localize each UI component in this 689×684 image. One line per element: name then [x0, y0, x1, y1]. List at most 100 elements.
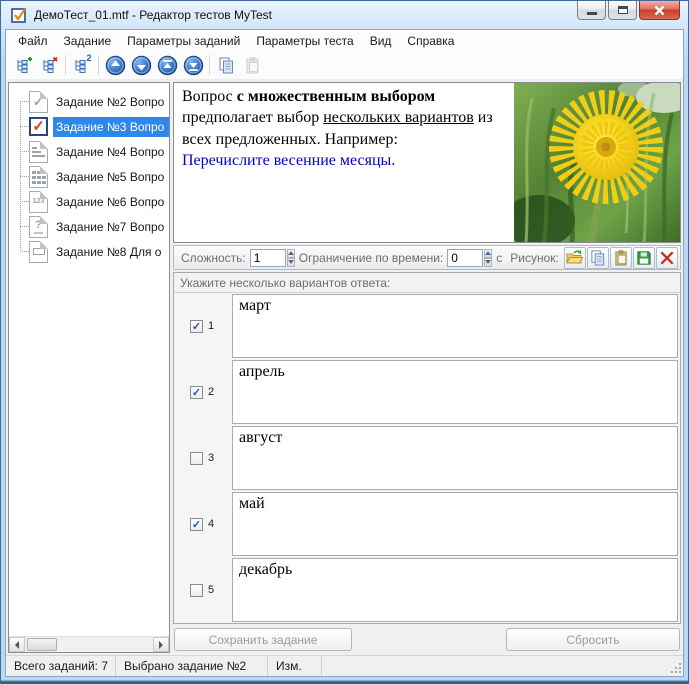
scroll-thumb[interactable] — [27, 638, 57, 651]
answer-3-checkbox-cell: 3 — [174, 425, 232, 491]
time-limit-label: Ограничение по времени: — [298, 250, 444, 265]
close-button[interactable] — [639, 1, 680, 20]
arrow-left-icon — [11, 640, 19, 649]
add-task-button[interactable] — [10, 53, 36, 77]
move-down-button[interactable] — [128, 53, 154, 77]
tree-item-task7[interactable]: ? Задание №7 Вопро — [9, 214, 169, 239]
client-area: Файл Задание Параметры заданий Параметры… — [5, 29, 684, 677]
menu-test-params[interactable]: Параметры теста — [248, 32, 361, 50]
menu-task[interactable]: Задание — [56, 32, 120, 50]
tree-item-task3-selected[interactable]: ✓ Задание №3 Вопро — [9, 114, 169, 139]
difficulty-spinner[interactable] — [286, 248, 295, 267]
question-text[interactable]: Вопрос с множественным выбором предполаг… — [174, 83, 513, 242]
question-text-run: предполагает выбор — [182, 109, 324, 127]
delete-task-button[interactable] — [36, 53, 62, 77]
tree-item-label: Задание №3 Вопро — [53, 116, 169, 137]
spin-down-icon — [287, 260, 294, 267]
spin-up-button[interactable] — [484, 248, 493, 258]
answer-row-3: 3 август — [174, 425, 680, 491]
resize-grip-icon[interactable] — [669, 661, 681, 673]
spin-down-icon — [485, 260, 492, 267]
tree-horizontal-scrollbar[interactable] — [9, 636, 169, 652]
maximize-icon — [617, 6, 628, 14]
answer-5-text[interactable]: декабрь — [232, 558, 678, 622]
save-task-button[interactable]: Сохранить задание — [174, 628, 352, 651]
answer-5-checkbox[interactable] — [190, 583, 203, 597]
answer-1-text[interactable]: март — [232, 294, 678, 358]
picture-paste-button[interactable] — [609, 246, 632, 269]
paste-icon — [246, 56, 258, 73]
spin-down-button[interactable] — [286, 257, 295, 267]
answer-row-2: ✓ 2 апрель — [174, 359, 680, 425]
answer-4-text[interactable]: май — [232, 492, 678, 556]
maximize-button[interactable] — [608, 1, 637, 20]
answer-3-text[interactable]: август — [232, 426, 678, 490]
answer-4-checkbox-cell: ✓ 4 — [174, 491, 232, 557]
menu-view[interactable]: Вид — [362, 32, 400, 50]
tree-item-label: Задание №8 Для о — [56, 244, 162, 259]
question-text-run: Вопрос — [182, 88, 237, 105]
answer-1-checkbox-cell: ✓ 1 — [174, 293, 232, 359]
window-controls — [575, 1, 680, 20]
scroll-left-button[interactable] — [9, 637, 25, 652]
status-bar: Всего заданий: 7 Выбрано задание №2 Изм. — [6, 655, 683, 676]
app-checkbox-icon — [11, 7, 26, 23]
tree-item-task2[interactable]: ✓ Задание №2 Вопро — [9, 89, 169, 114]
task-multi-choice-icon: ✓ — [29, 117, 48, 136]
move-last-button[interactable] — [180, 53, 206, 77]
dandelion-photo — [503, 83, 680, 242]
time-limit-input[interactable] — [447, 248, 484, 267]
difficulty-label: Сложность: — [181, 250, 246, 265]
difficulty-input[interactable] — [249, 248, 286, 267]
answer-2-number: 2 — [208, 386, 215, 398]
answer-3-checkbox[interactable] — [190, 451, 203, 465]
editor-footer: Сохранить задание Сбросить — [173, 626, 681, 653]
answer-2-text[interactable]: апрель — [232, 360, 678, 424]
menu-bar: Файл Задание Параметры заданий Параметры… — [6, 30, 683, 51]
scroll-right-button[interactable] — [153, 637, 169, 652]
answer-2-checkbox-cell: ✓ 2 — [174, 359, 232, 425]
picture-save-button[interactable] — [632, 246, 655, 269]
tree-item-task4[interactable]: Задание №4 Вопро — [9, 139, 169, 164]
picture-delete-button[interactable] — [655, 246, 678, 269]
picture-open-button[interactable] — [563, 246, 586, 269]
minimize-icon — [586, 11, 597, 15]
task-question-icon: ? — [29, 215, 48, 238]
tree-item-task5[interactable]: Задание №5 Вопро — [9, 164, 169, 189]
menu-file[interactable]: Файл — [10, 32, 56, 50]
move-up-button[interactable] — [102, 53, 128, 77]
answer-5-checkbox-cell: 5 — [174, 557, 232, 623]
copy-task-button[interactable] — [213, 53, 239, 77]
spin-down-button[interactable] — [484, 257, 493, 267]
task-single-choice-icon: ✓ — [29, 90, 48, 113]
main-area: ✓ Задание №2 Вопро ✓ Задание №3 Вопро За… — [6, 80, 683, 655]
duplicate-task-button[interactable]: 2 — [69, 53, 95, 77]
picture-label: Рисунок: — [510, 250, 559, 265]
move-last-icon — [183, 55, 203, 75]
tree-item-label: Задание №4 Вопро — [56, 144, 165, 159]
menu-task-params[interactable]: Параметры заданий — [119, 32, 248, 50]
answer-4-checkbox[interactable]: ✓ — [190, 517, 203, 531]
picture-copy-button[interactable] — [586, 246, 609, 269]
answer-3-number: 3 — [208, 452, 215, 464]
minimize-button[interactable] — [577, 1, 606, 20]
tree-item-label: Задание №2 Вопро — [56, 94, 165, 109]
answer-1-checkbox[interactable]: ✓ — [190, 319, 203, 333]
spin-up-button[interactable] — [286, 248, 295, 258]
reset-button[interactable]: Сбросить — [506, 628, 680, 651]
tree-item-label: Задание №5 Вопро — [56, 169, 165, 184]
title-bar: ДемоТест_01.mtf - Редактор тестов MyTest — [5, 1, 684, 29]
app-window: ДемоТест_01.mtf - Редактор тестов MyTest… — [0, 0, 689, 684]
paste-task-button[interactable] — [239, 53, 265, 77]
tree-connector — [20, 151, 29, 152]
tree-item-task6[interactable]: 123 Задание №6 Вопро — [9, 189, 169, 214]
menu-help[interactable]: Справка — [399, 32, 462, 50]
status-modified: Изм. — [268, 656, 322, 676]
answer-2-checkbox[interactable]: ✓ — [190, 385, 203, 399]
move-first-button[interactable] — [154, 53, 180, 77]
task-text-input-icon — [29, 240, 48, 263]
spin-up-icon — [485, 248, 492, 255]
time-limit-spinner[interactable] — [484, 248, 493, 267]
tree-item-task8[interactable]: Задание №8 Для о — [9, 239, 169, 264]
tree-item-label: Задание №7 Вопро — [56, 219, 165, 234]
